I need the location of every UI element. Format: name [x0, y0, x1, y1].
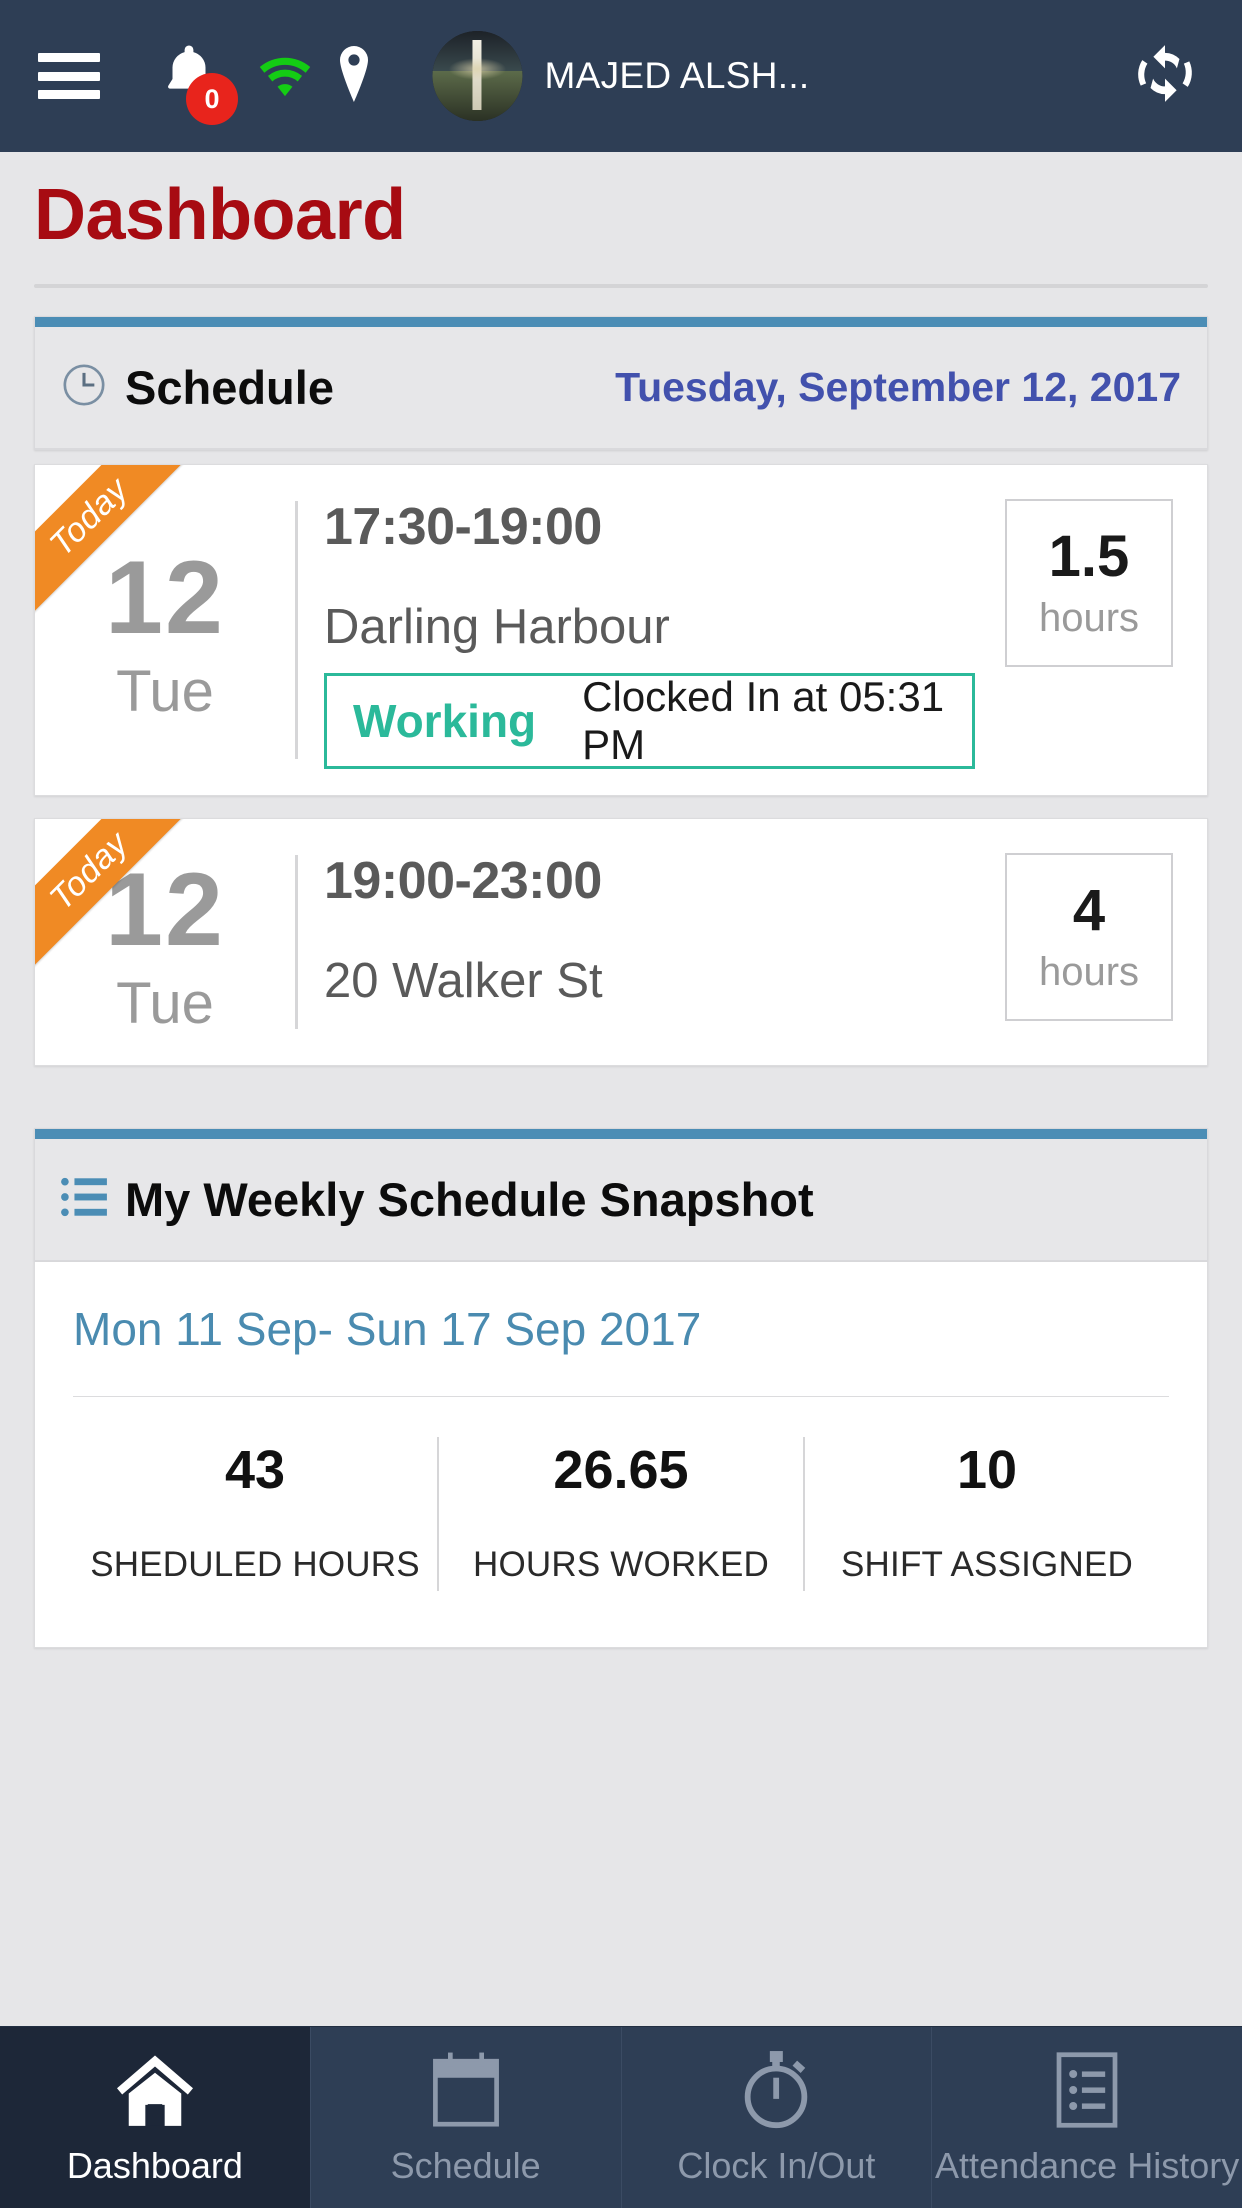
shift-status-box[interactable]: Working Clocked In at 05:31 PM — [324, 672, 975, 769]
shift-hours-box: 4 hours — [1005, 852, 1173, 1021]
schedule-panel-header: Schedule Tuesday, September 12, 2017 — [35, 326, 1207, 449]
shift-day-of-week: Tue — [116, 970, 214, 1036]
stat-label: SHIFT ASSIGNED — [841, 1544, 1133, 1584]
bottom-navigation: Dashboard Schedule Clock In/Out Attendan… — [0, 2026, 1242, 2208]
list-icon — [61, 1176, 107, 1223]
wifi-icon[interactable] — [256, 50, 314, 103]
nav-label: Schedule — [390, 2144, 541, 2186]
top-bar: 0 MAJED ALSH... — [0, 0, 1242, 152]
snapshot-panel-header: My Weekly Schedule Snapshot — [35, 1138, 1207, 1261]
stat-value: 43 — [224, 1439, 286, 1500]
username-label: MAJED ALSH... — [544, 55, 810, 96]
weekly-snapshot-panel: My Weekly Schedule Snapshot Mon 11 Sep- … — [34, 1127, 1208, 1648]
snapshot-panel-title: My Weekly Schedule Snapshot — [125, 1172, 814, 1226]
user-profile-button[interactable]: MAJED ALSH... — [432, 31, 809, 121]
shift-hours-value: 1.5 — [1048, 523, 1130, 589]
shift-location: 20 Walker St — [324, 953, 603, 1008]
schedule-date-label: Tuesday, September 12, 2017 — [615, 363, 1181, 410]
clock-icon — [61, 362, 107, 413]
shift-details: 17:30-19:00 Darling Harbour Working Cloc… — [298, 465, 1005, 795]
shift-location: Darling Harbour — [324, 599, 670, 654]
nav-item-dashboard[interactable]: Dashboard — [0, 2027, 311, 2208]
stat-hours-worked: 26.65 HOURS WORKED — [437, 1436, 803, 1591]
stat-value: 10 — [956, 1439, 1018, 1500]
nav-item-schedule[interactable]: Schedule — [311, 2027, 622, 2208]
page-title: Dashboard — [34, 175, 406, 255]
schedule-panel-header-card: Schedule Tuesday, September 12, 2017 — [34, 315, 1208, 450]
calendar-icon — [430, 2049, 502, 2131]
nav-item-attendance-history[interactable]: Attendance History — [932, 2027, 1242, 2208]
stopwatch-icon — [736, 2049, 816, 2131]
stat-value: 26.65 — [553, 1439, 689, 1500]
snapshot-week-range[interactable]: Mon 11 Sep- Sun 17 Sep 2017 — [73, 1262, 1169, 1397]
stat-shift-assigned: 10 SHIFT ASSIGNED — [803, 1436, 1169, 1591]
nav-label: Dashboard — [66, 2144, 243, 2186]
refresh-icon[interactable] — [1132, 43, 1198, 110]
shift-details: 19:00-23:00 20 Walker St — [298, 819, 1005, 1065]
clock-in-time-label: Clocked In at 05:31 PM — [582, 672, 945, 768]
nav-label: Clock In/Out — [677, 2144, 876, 2186]
shift-day-of-week: Tue — [116, 658, 214, 724]
panel-accent-bar — [35, 1128, 1207, 1139]
shift-hours-unit: hours — [1038, 595, 1140, 640]
snapshot-body: Mon 11 Sep- Sun 17 Sep 2017 43 SHEDULED … — [34, 1261, 1208, 1648]
shift-hours-unit: hours — [1038, 949, 1140, 994]
main-content: Schedule Tuesday, September 12, 2017 Tod… — [0, 288, 1242, 2026]
shift-time-range: 17:30-19:00 — [324, 497, 602, 556]
shift-time-range: 19:00-23:00 — [324, 851, 602, 910]
shift-day-number: 12 — [105, 539, 225, 656]
shift-card[interactable]: Today 12 Tue 17:30-19:00 Darling Harbour… — [34, 463, 1208, 796]
shift-hours-value: 4 — [1072, 877, 1106, 943]
app-screen: 0 MAJED ALSH... Dashboard Schedule Tuesd… — [0, 0, 1242, 2208]
stat-label: SHEDULED HOURS — [90, 1544, 420, 1584]
page-header: Dashboard — [0, 152, 1242, 288]
avatar — [432, 31, 523, 121]
location-pin-icon[interactable] — [334, 45, 374, 107]
stat-label: HOURS WORKED — [472, 1544, 770, 1584]
notification-count-badge: 0 — [186, 73, 238, 125]
shift-hours-box: 1.5 hours — [1005, 498, 1173, 667]
shift-card[interactable]: Today 12 Tue 19:00-23:00 20 Walker St 4 … — [34, 817, 1208, 1066]
schedule-panel: Schedule Tuesday, September 12, 2017 Tod… — [34, 315, 1208, 1066]
snapshot-stats-row: 43 SHEDULED HOURS 26.65 HOURS WORKED 10 … — [73, 1397, 1169, 1647]
hamburger-menu-icon[interactable] — [38, 53, 100, 99]
schedule-panel-title: Schedule — [125, 360, 334, 414]
panel-accent-bar — [35, 316, 1207, 327]
stat-scheduled-hours: 43 SHEDULED HOURS — [73, 1437, 437, 1591]
status-badge: Working — [353, 694, 537, 747]
notification-bell-button[interactable]: 0 — [156, 37, 238, 125]
list-document-icon — [1054, 2049, 1120, 2131]
nav-item-clock-in-out[interactable]: Clock In/Out — [622, 2027, 933, 2208]
snapshot-panel-header-card: My Weekly Schedule Snapshot — [34, 1127, 1208, 1262]
home-icon — [112, 2049, 198, 2131]
nav-label: Attendance History — [935, 2144, 1240, 2186]
